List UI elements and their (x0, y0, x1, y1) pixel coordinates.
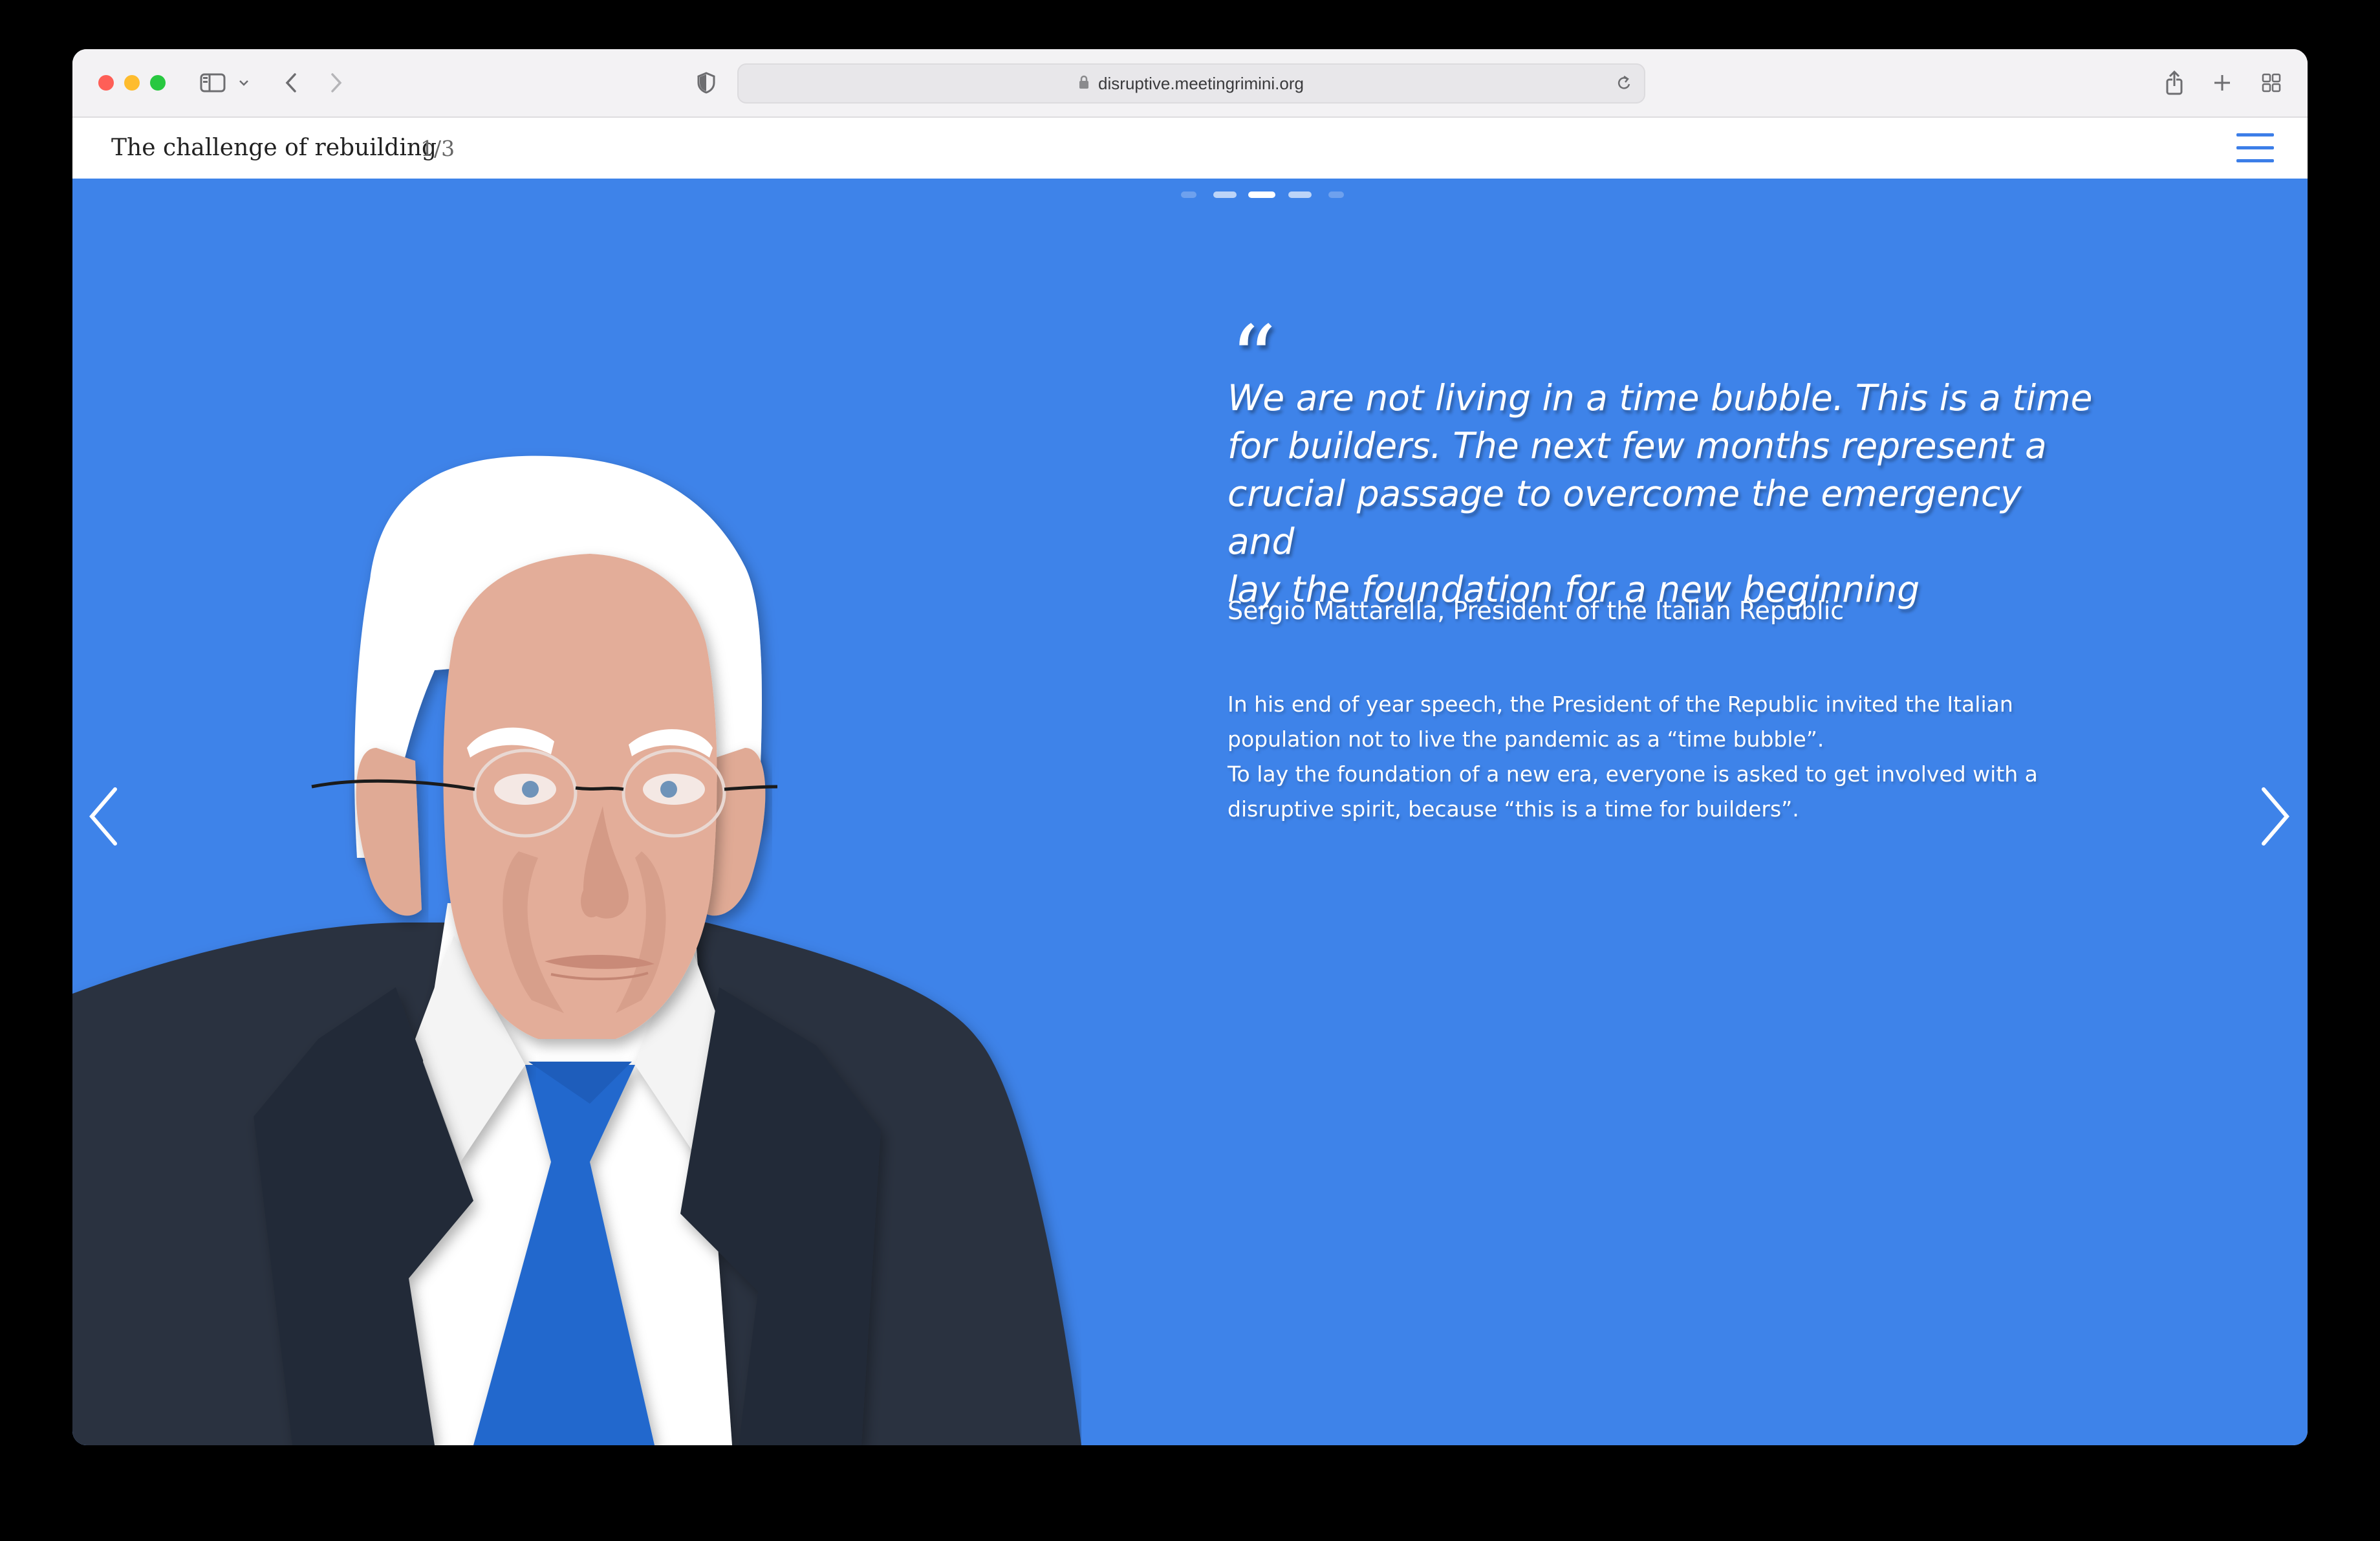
tab-overview-icon[interactable] (2258, 66, 2284, 100)
back-icon[interactable] (278, 66, 304, 100)
slide: “ We are not living in a time bubble. Th… (72, 179, 2308, 1445)
quote-line: We are not living in a time bubble. This… (1228, 377, 2093, 419)
description-line: In his end of year speech, the President… (1228, 692, 2013, 717)
description-line: To lay the foundation of a new era, ever… (1228, 761, 2038, 787)
quote-line: crucial passage to overcome the emergenc… (1228, 473, 2022, 562)
share-icon[interactable] (2161, 66, 2187, 100)
quote-text: We are not living in a time bubble. This… (1228, 374, 2094, 613)
zoom-window-button[interactable] (150, 75, 166, 91)
chevron-right-icon[interactable] (2256, 784, 2295, 849)
hamburger-menu-icon[interactable] (2236, 133, 2274, 163)
lock-icon (1079, 75, 1089, 92)
quote-description: In his end of year speech, the President… (1228, 687, 2094, 827)
browser-toolbar: disruptive.meetingrimini.org (72, 49, 2308, 118)
description-line: population not to live the pandemic as a… (1228, 727, 1824, 752)
quote-line: for builders. The next few months repres… (1228, 425, 2047, 466)
page-title: The challenge of rebuilding (111, 135, 437, 161)
pagination-dot[interactable] (1213, 191, 1237, 198)
pagination-dot-active[interactable] (1248, 191, 1275, 198)
minimize-window-button[interactable] (124, 75, 140, 91)
privacy-shield-icon[interactable] (693, 66, 719, 100)
address-bar[interactable]: disruptive.meetingrimini.org (737, 63, 1645, 104)
close-window-button[interactable] (98, 75, 114, 91)
mattarella-portrait-illustration (72, 455, 1081, 1445)
browser-window: disruptive.meetingrimini.org The challen… (72, 49, 2308, 1445)
pagination-dot[interactable] (1288, 191, 1312, 198)
sidebar-icon[interactable] (197, 66, 229, 100)
pagination-dot[interactable] (1328, 191, 1344, 198)
pagination-dot[interactable] (1181, 191, 1196, 198)
quote-author: Sergio Mattarella, President of the Ital… (1228, 596, 1844, 625)
site-header: The challenge of rebuilding 1/3 (72, 118, 2308, 179)
reload-icon[interactable] (1616, 74, 1632, 94)
chevron-left-icon[interactable] (84, 784, 123, 849)
forward-icon[interactable] (323, 66, 349, 100)
new-tab-icon[interactable] (2209, 66, 2235, 100)
chevron-down-icon[interactable] (235, 66, 252, 100)
description-line: disruptive spirit, because “this is a ti… (1228, 796, 1799, 822)
url-text: disruptive.meetingrimini.org (1098, 73, 1304, 93)
chapter-counter: 1/3 (420, 136, 455, 161)
